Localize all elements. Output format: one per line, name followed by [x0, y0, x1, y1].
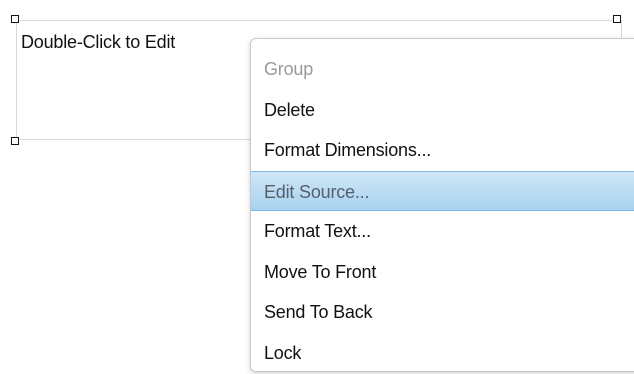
context-menu: Group Delete Format Dimensions... Edit S…	[250, 38, 634, 372]
menu-item-group: Group	[264, 59, 314, 79]
menu-item-delete[interactable]: Delete	[251, 90, 634, 131]
menu-item-format-dimensions[interactable]: Format Dimensions...	[251, 130, 634, 171]
resize-handle-top-left[interactable]	[11, 15, 19, 23]
menu-item-format-text[interactable]: Format Text...	[251, 211, 634, 252]
editor-canvas[interactable]: Double-Click to Edit Group Delete Format…	[0, 0, 634, 374]
text-box-content[interactable]: Double-Click to Edit	[21, 32, 175, 53]
menu-item-move-to-front[interactable]: Move To Front	[251, 252, 634, 293]
resize-handle-top-right[interactable]	[613, 15, 621, 23]
menu-item-send-to-back[interactable]: Send To Back	[251, 292, 634, 333]
menu-item-lock[interactable]: Lock	[251, 333, 634, 374]
resize-handle-bottom-left[interactable]	[11, 137, 19, 145]
menu-item-edit-source[interactable]: Edit Source...	[251, 170, 634, 211]
